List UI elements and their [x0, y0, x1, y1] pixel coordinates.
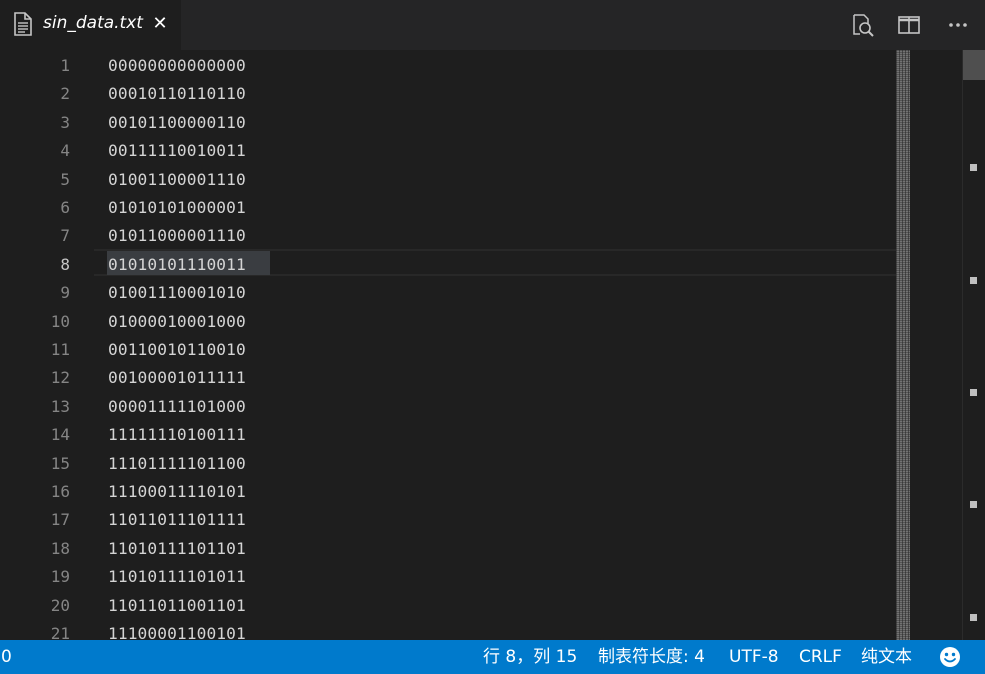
code-line[interactable]: 00001111101000 — [108, 393, 246, 421]
line-number: 8 — [60, 255, 70, 274]
code-line[interactable]: 11100001100101 — [108, 620, 246, 640]
code-line[interactable]: 11010111101011 — [108, 563, 246, 591]
code-line[interactable]: 00100001011111 — [108, 364, 246, 392]
code-line[interactable]: 01010101110011 — [108, 251, 246, 279]
line-number: 9 — [60, 283, 70, 302]
line-number: 14 — [50, 425, 70, 444]
line-number: 2 — [60, 84, 70, 103]
language-mode-indicator[interactable]: 纯文本 — [861, 640, 912, 674]
code-line[interactable]: 01000010001000 — [108, 308, 246, 336]
line-number: 13 — [50, 397, 70, 416]
code-line[interactable]: 11111110100111 — [108, 421, 246, 449]
line-number: 21 — [50, 624, 70, 640]
tab-bar: sin_data.txt ✕ — [0, 0, 985, 50]
code-line[interactable]: 11011011001101 — [108, 592, 246, 620]
editor-window: sin_data.txt ✕ 1 2 3 4 5 6 7 8 9 10 11 12 13 14 15 16 17… — [0, 0, 985, 674]
tab-size-indicator[interactable]: 制表符长度: 4 — [598, 640, 705, 674]
text-editor[interactable]: 1 2 3 4 5 6 7 8 9 10 11 12 13 14 15 16 17 18 19 20 21 000000… — [0, 50, 985, 640]
line-number: 4 — [60, 141, 70, 160]
code-line[interactable]: 00101100000110 — [108, 109, 246, 137]
find-in-file-icon[interactable] — [850, 12, 876, 38]
overview-ruler-mark — [970, 389, 977, 396]
code-line[interactable]: 00110010110010 — [108, 336, 246, 364]
line-number: 6 — [60, 198, 70, 217]
overview-ruler-mark — [970, 501, 977, 508]
line-number: 17 — [50, 510, 70, 529]
file-text-icon — [14, 12, 32, 36]
line-number: 16 — [50, 482, 70, 501]
vertical-scrollbar[interactable] — [962, 50, 985, 640]
overview-ruler-mark — [970, 614, 977, 621]
split-editor-icon[interactable] — [896, 12, 922, 38]
line-number: 1 — [60, 56, 70, 75]
smiley-feedback-icon[interactable] — [939, 646, 961, 668]
cursor-position[interactable]: 行 8，列 15 — [483, 640, 577, 674]
line-number: 11 — [50, 340, 70, 359]
code-line[interactable]: 11100011110101 — [108, 478, 246, 506]
code-line[interactable]: 01001110001010 — [108, 279, 246, 307]
line-number: 12 — [50, 368, 70, 387]
code-line[interactable]: 11101111101100 — [108, 450, 246, 478]
code-line[interactable]: 11011011101111 — [108, 506, 246, 534]
close-icon[interactable]: ✕ — [150, 13, 170, 35]
code-line[interactable]: 01011000001110 — [108, 222, 246, 250]
line-number: 7 — [60, 226, 70, 245]
minimap-texture — [896, 50, 910, 640]
line-number: 5 — [60, 170, 70, 189]
tab-sin-data[interactable]: sin_data.txt ✕ — [0, 0, 181, 50]
tab-title: sin_data.txt — [43, 13, 143, 33]
line-number: 3 — [60, 113, 70, 132]
line-number: 20 — [50, 596, 70, 615]
line-number: 18 — [50, 539, 70, 558]
code-line[interactable]: 01001100001110 — [108, 166, 246, 194]
overview-ruler-mark — [970, 277, 977, 284]
more-actions-icon[interactable] — [945, 12, 971, 38]
code-line[interactable]: 11010111101101 — [108, 535, 246, 563]
line-number: 10 — [50, 312, 70, 331]
status-bar: 0 行 8，列 15 制表符长度: 4 UTF-8 CRLF 纯文本 — [0, 640, 985, 674]
line-number: 15 — [50, 454, 70, 473]
code-line[interactable]: 00111110010011 — [108, 137, 246, 165]
problems-count[interactable]: 0 — [1, 640, 12, 674]
line-number: 19 — [50, 567, 70, 586]
encoding-indicator[interactable]: UTF-8 — [729, 640, 779, 674]
code-line[interactable]: 00010110110110 — [108, 80, 246, 108]
overview-ruler-mark — [970, 164, 977, 171]
code-line[interactable]: 01010101000001 — [108, 194, 246, 222]
end-of-line-indicator[interactable]: CRLF — [799, 640, 842, 674]
code-line[interactable]: 00000000000000 — [108, 52, 246, 80]
scrollbar-thumb[interactable] — [963, 50, 985, 80]
